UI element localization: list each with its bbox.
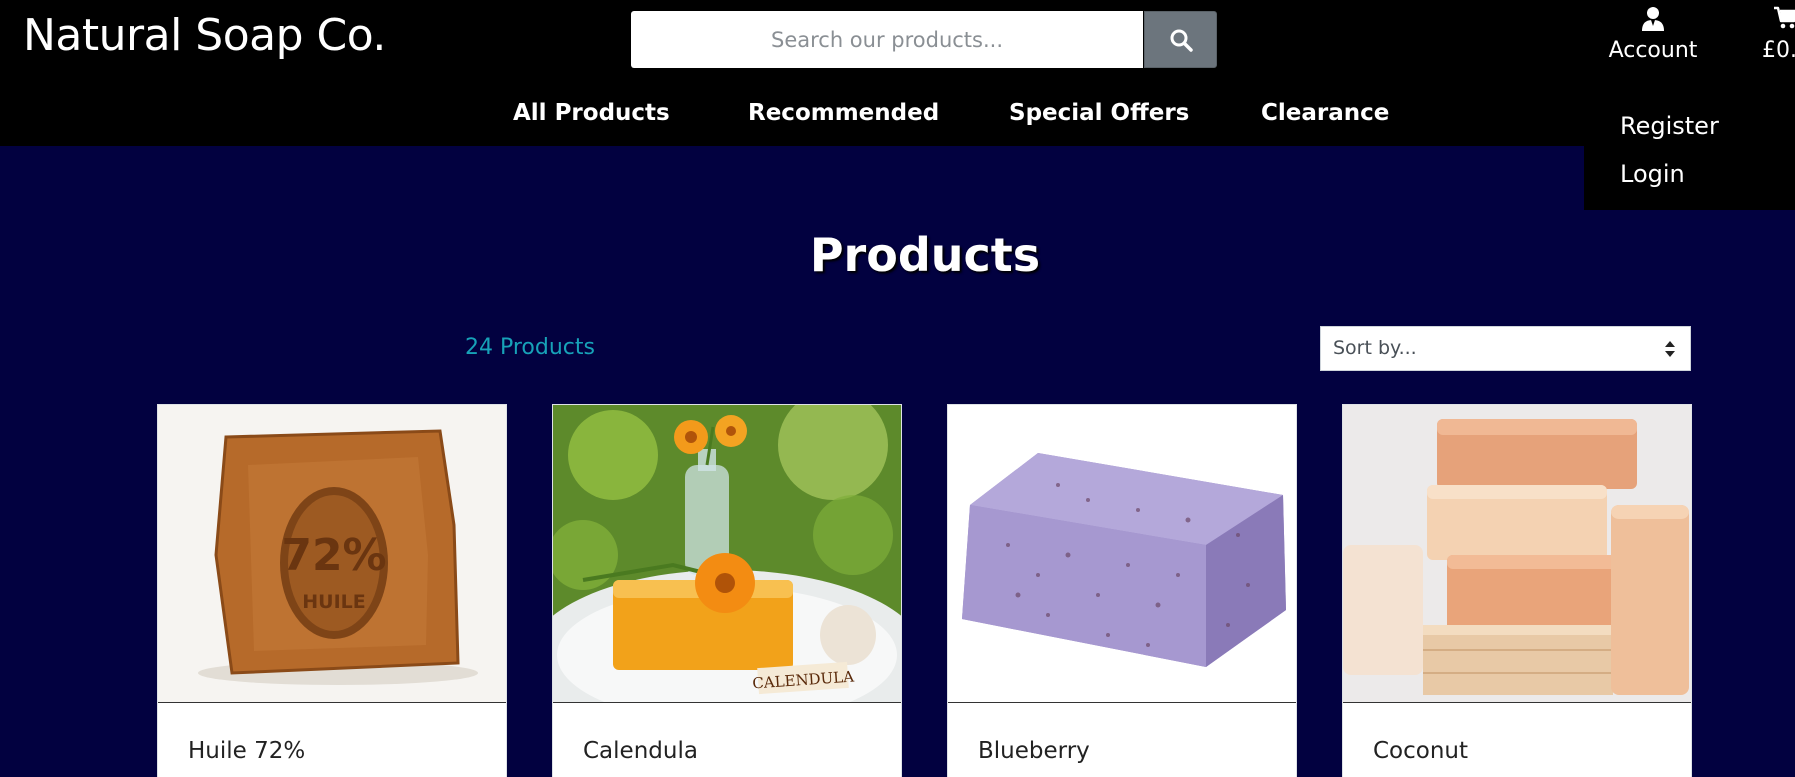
- product-name[interactable]: Huile 72%: [188, 738, 305, 764]
- sort-arrows-icon: [1665, 341, 1675, 357]
- user-icon: [1642, 7, 1664, 31]
- product-card-calendula[interactable]: CALENDULA Calendula: [552, 404, 902, 777]
- brand-logo-link[interactable]: Natural Soap Co.: [23, 10, 386, 61]
- product-name[interactable]: Calendula: [583, 738, 698, 764]
- product-card-huile-72[interactable]: 72% HUILE Huile 72%: [157, 404, 507, 777]
- product-card-blueberry[interactable]: Blueberry: [947, 404, 1297, 777]
- nav-clearance[interactable]: Clearance: [1261, 100, 1389, 126]
- search-form: [631, 11, 1217, 68]
- account-dropdown: Register Login: [1584, 100, 1795, 210]
- site-header: Natural Soap Co. Account £0.00 All Produ…: [0, 0, 1795, 146]
- cart-link[interactable]: £0.00: [1762, 6, 1795, 63]
- search-button[interactable]: [1144, 11, 1217, 68]
- sort-selected-value: Sort by...: [1333, 337, 1417, 359]
- search-input[interactable]: [631, 11, 1143, 68]
- image-text-72: 72%: [281, 530, 386, 581]
- account-label: Account: [1608, 38, 1698, 63]
- product-name[interactable]: Coconut: [1373, 738, 1468, 764]
- account-link[interactable]: Account: [1598, 6, 1708, 63]
- product-image-calendula[interactable]: CALENDULA: [553, 405, 901, 703]
- product-name[interactable]: Blueberry: [978, 738, 1090, 764]
- search-icon: [1170, 29, 1193, 52]
- product-image-coconut[interactable]: [1343, 405, 1691, 703]
- nav-recommended[interactable]: Recommended: [748, 100, 939, 126]
- main-nav: All Products Recommended Special Offers …: [0, 100, 1795, 136]
- page-title: Products: [809, 228, 1041, 282]
- product-card-coconut[interactable]: Coconut: [1342, 404, 1692, 777]
- cart-total: £0.00: [1762, 38, 1795, 63]
- nav-all-products[interactable]: All Products: [513, 100, 670, 126]
- product-image-huile-72[interactable]: 72% HUILE: [158, 405, 506, 703]
- sort-select[interactable]: Sort by...: [1320, 326, 1691, 371]
- product-image-blueberry[interactable]: [948, 405, 1296, 703]
- shopping-cart-icon: [1774, 6, 1795, 29]
- nav-special-offers[interactable]: Special Offers: [1009, 100, 1189, 126]
- register-link[interactable]: Register: [1620, 112, 1719, 140]
- image-text-huile: HUILE: [302, 591, 366, 613]
- product-count[interactable]: 24 Products: [465, 335, 595, 360]
- login-link[interactable]: Login: [1620, 160, 1685, 188]
